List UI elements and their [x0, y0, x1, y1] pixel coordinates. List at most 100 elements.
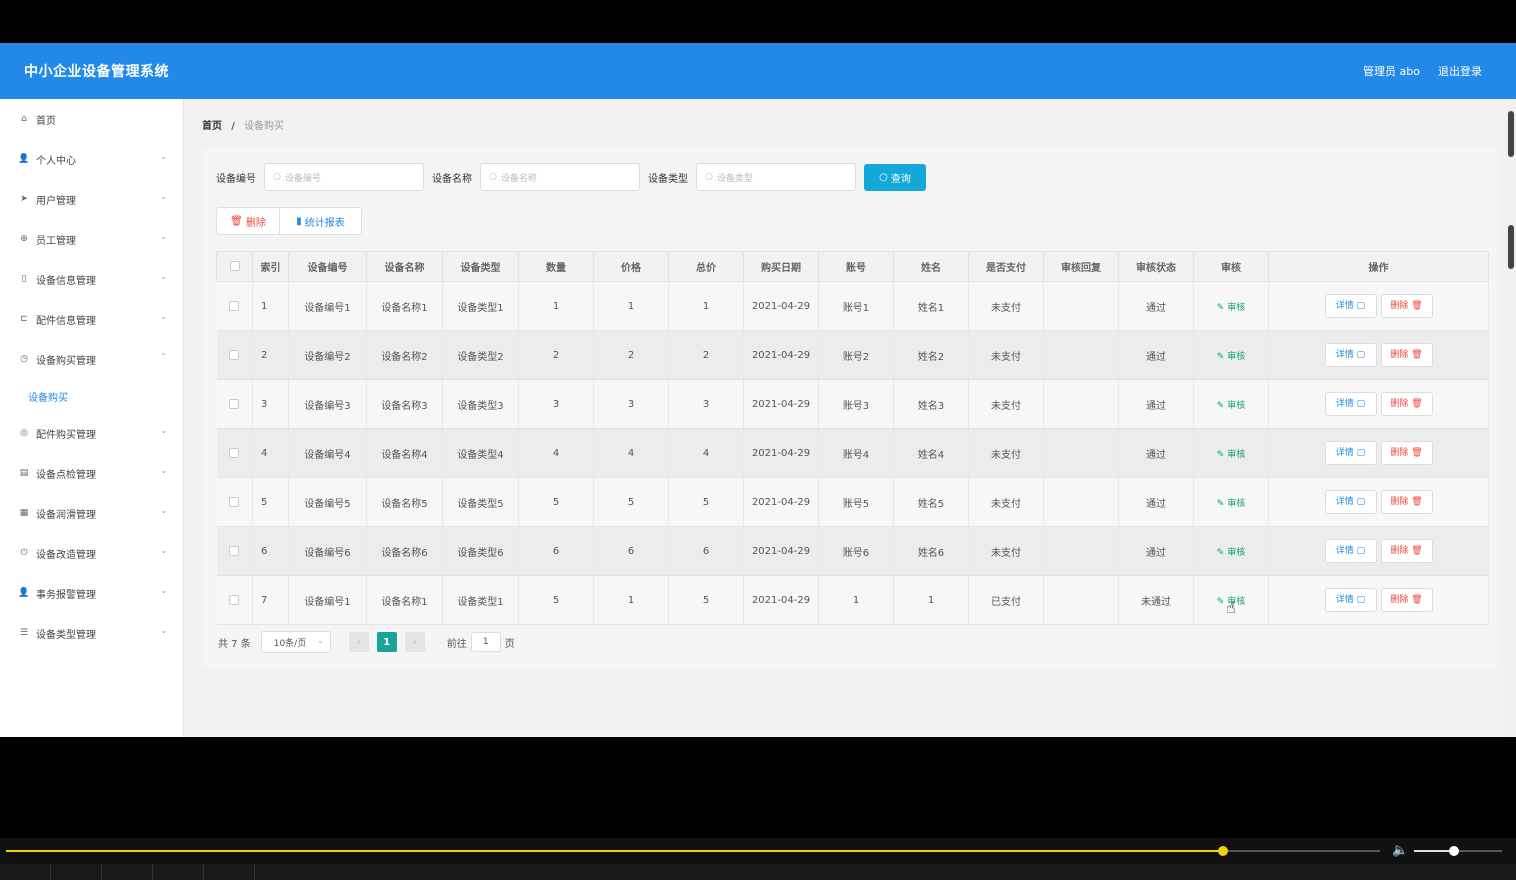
- chevron-up-icon: ⌃: [160, 352, 167, 361]
- sidebar-item-8[interactable]: ▤ 设备点检管理 ⌄: [0, 453, 183, 493]
- search-input-type[interactable]: ○ 设备类型: [696, 163, 856, 191]
- page-number-1[interactable]: 1: [376, 632, 397, 652]
- row-checkbox[interactable]: [229, 447, 240, 458]
- volume-handle[interactable]: [1448, 846, 1459, 856]
- cell-total: 5: [668, 477, 744, 527]
- sidebar-item-11[interactable]: 👤 事务报警管理 ⌄: [0, 573, 183, 613]
- sidebar-item-3[interactable]: ⊕ 员工管理 ⌄: [0, 219, 183, 259]
- search-input-name[interactable]: ○ 设备名称: [480, 163, 640, 191]
- goto-suffix: 页: [504, 638, 515, 650]
- table-row[interactable]: 6 设备编号6 设备名称6 设备类型6 6 6 6 2021-04-29 账号6 姓名6 未支付 通过…: [216, 526, 1489, 576]
- report-button[interactable]: ▮ 统计报表: [280, 207, 362, 235]
- cell-account: 1: [818, 575, 894, 625]
- video-frame: 中小企业设备管理系统 管理员 abo 退出登录 ⌂ 首页 👤 个人中心 ⌄ ➤ 用户管理 ⌄ ⊕…: [0, 0, 1516, 880]
- delete-button[interactable]: 删除 🗑: [1380, 343, 1433, 367]
- query-button[interactable]: ○ 查询: [864, 163, 926, 191]
- scrollbar-thumb-secondary[interactable]: [1508, 225, 1514, 269]
- delete-button[interactable]: 删除 🗑: [1380, 490, 1433, 514]
- table-row[interactable]: 7 设备编号1 设备名称1 设备类型1 5 1 5 2021-04-29 1 1 已支付 未通过 ✎ 审…: [216, 575, 1489, 625]
- edit-icon: ✎: [1216, 498, 1228, 509]
- row-checkbox[interactable]: [229, 398, 240, 409]
- delete-button[interactable]: 删除 🗑: [1380, 588, 1433, 612]
- cell-account: 账号1: [818, 281, 894, 331]
- sidebar-item-0[interactable]: ⌂ 首页: [0, 99, 183, 139]
- audit-link[interactable]: ✎ 审核: [1217, 499, 1245, 509]
- scrollbar-thumb[interactable]: [1508, 111, 1514, 157]
- detail-button[interactable]: 详情 ▢: [1324, 490, 1377, 514]
- volume-slider[interactable]: [1414, 846, 1502, 856]
- row-checkbox[interactable]: [229, 496, 240, 507]
- volume-icon[interactable]: 🔈: [1392, 843, 1408, 858]
- row-checkbox[interactable]: [229, 545, 240, 556]
- detail-button[interactable]: 详情 ▢: [1324, 441, 1377, 465]
- audit-link[interactable]: ✎ 审核: [1217, 401, 1245, 411]
- sidebar-subitem-active[interactable]: 设备购买: [0, 379, 183, 413]
- table-row[interactable]: 1 设备编号1 设备名称1 设备类型1 1 1 1 2021-04-29 账号1 姓名1 未支付 通过…: [216, 281, 1489, 331]
- delete-button[interactable]: 删除 🗑: [1380, 441, 1433, 465]
- row-checkbox[interactable]: [229, 594, 240, 605]
- cell-person: 1: [893, 575, 969, 625]
- sidebar-item-label: 配件购买管理: [36, 429, 96, 441]
- batch-delete-button[interactable]: 🗑 删除: [216, 207, 280, 235]
- sidebar-item-6[interactable]: ◷ 设备购买管理 ⌃: [0, 339, 183, 379]
- cell-type: 设备类型1: [442, 281, 519, 331]
- search-input-code[interactable]: ○ 设备编号: [264, 163, 424, 191]
- cell-date: 2021-04-29: [743, 526, 819, 576]
- detail-button[interactable]: 详情 ▢: [1324, 392, 1377, 416]
- query-button-label: 查询: [890, 173, 911, 185]
- delete-button[interactable]: 删除 🗑: [1380, 392, 1433, 416]
- goto-page-input[interactable]: 1: [470, 632, 501, 652]
- breadcrumb-home[interactable]: 首页: [202, 121, 222, 132]
- search-label-type: 设备类型: [648, 173, 688, 185]
- progress-handle[interactable]: [1218, 846, 1229, 856]
- row-select-cell: [216, 281, 253, 331]
- detail-button[interactable]: 详情 ▢: [1324, 343, 1377, 367]
- sidebar-item-7[interactable]: ◎ 配件购买管理 ⌄: [0, 413, 183, 453]
- audit-link[interactable]: ✎ 审核: [1217, 450, 1245, 460]
- search-icon: ○: [879, 171, 888, 183]
- detail-button[interactable]: 详情 ▢: [1324, 539, 1377, 563]
- select-all-checkbox[interactable]: [229, 261, 240, 271]
- detail-button[interactable]: 详情 ▢: [1324, 294, 1377, 318]
- audit-link[interactable]: ✎ 审核: [1217, 352, 1245, 362]
- chevron-down-icon: ⌄: [160, 466, 167, 475]
- sidebar-item-10[interactable]: ⏻ 设备改造管理 ⌄: [0, 533, 183, 573]
- sidebar-item-1[interactable]: 👤 个人中心 ⌄: [0, 139, 183, 179]
- cell-price: 5: [593, 477, 669, 527]
- table-row[interactable]: 3 设备编号3 设备名称3 设备类型3 3 3 3 2021-04-29 账号3 姓名3 未支付 通过…: [216, 379, 1489, 429]
- delete-button[interactable]: 删除 🗑: [1380, 539, 1433, 563]
- column-header: 数量: [518, 251, 594, 282]
- detail-button[interactable]: 详情 ▢: [1324, 588, 1377, 612]
- progress-bar[interactable]: [6, 846, 1380, 856]
- table-row[interactable]: 4 设备编号4 设备名称4 设备类型4 4 4 4 2021-04-29 账号4 姓名4 未支付 通过…: [216, 428, 1489, 478]
- page-size-select[interactable]: 10条/页 ⌄: [260, 631, 331, 653]
- cell-date: 2021-04-29: [743, 428, 819, 478]
- sidebar-item-12[interactable]: ☰ 设备类型管理 ⌄: [0, 613, 183, 653]
- sidebar-item-4[interactable]: ▯ 设备信息管理 ⌄: [0, 259, 183, 299]
- search-placeholder: 设备类型: [716, 173, 753, 184]
- page-scrollbar[interactable]: [1506, 99, 1516, 737]
- audit-link-label: 审核: [1227, 449, 1246, 460]
- sidebar-item-5[interactable]: ⊏ 配件信息管理 ⌄: [0, 299, 183, 339]
- audit-link[interactable]: ✎ 审核: [1217, 303, 1245, 313]
- cell-idx: 4: [252, 428, 289, 478]
- sidebar-item-9[interactable]: ▦ 设备润滑管理 ⌄: [0, 493, 183, 533]
- audit-link[interactable]: ✎ 审核: [1217, 548, 1245, 558]
- row-checkbox[interactable]: [229, 300, 240, 311]
- table-row[interactable]: 5 设备编号5 设备名称5 设备类型5 5 5 5 2021-04-29 账号5 姓名5 未支付 通过…: [216, 477, 1489, 527]
- search-label-name: 设备名称: [432, 173, 472, 185]
- next-page-button[interactable]: ›: [404, 632, 425, 652]
- trash-icon: 🗑: [1408, 350, 1423, 360]
- row-checkbox[interactable]: [229, 349, 240, 360]
- prev-page-button[interactable]: ‹: [348, 632, 369, 652]
- sidebar-item-label: 设备点检管理: [36, 469, 96, 481]
- sidebar-item-2[interactable]: ➤ 用户管理 ⌄: [0, 179, 183, 219]
- crop-icon: ⊏: [20, 314, 28, 324]
- delete-button[interactable]: 删除 🗑: [1380, 294, 1433, 318]
- table-row[interactable]: 2 设备编号2 设备名称2 设备类型2 2 2 2 2021-04-29 账号2 姓名2 未支付 通过…: [216, 330, 1489, 380]
- logout-link[interactable]: 退出登录: [1438, 63, 1482, 79]
- video-player-controls: 🔈: [0, 838, 1516, 880]
- app-window: 中小企业设备管理系统 管理员 abo 退出登录 ⌂ 首页 👤 个人中心 ⌄ ➤ 用户管理 ⌄ ⊕…: [0, 43, 1516, 737]
- cell-idx: 5: [252, 477, 289, 527]
- cell-status: 未通过: [1118, 575, 1194, 625]
